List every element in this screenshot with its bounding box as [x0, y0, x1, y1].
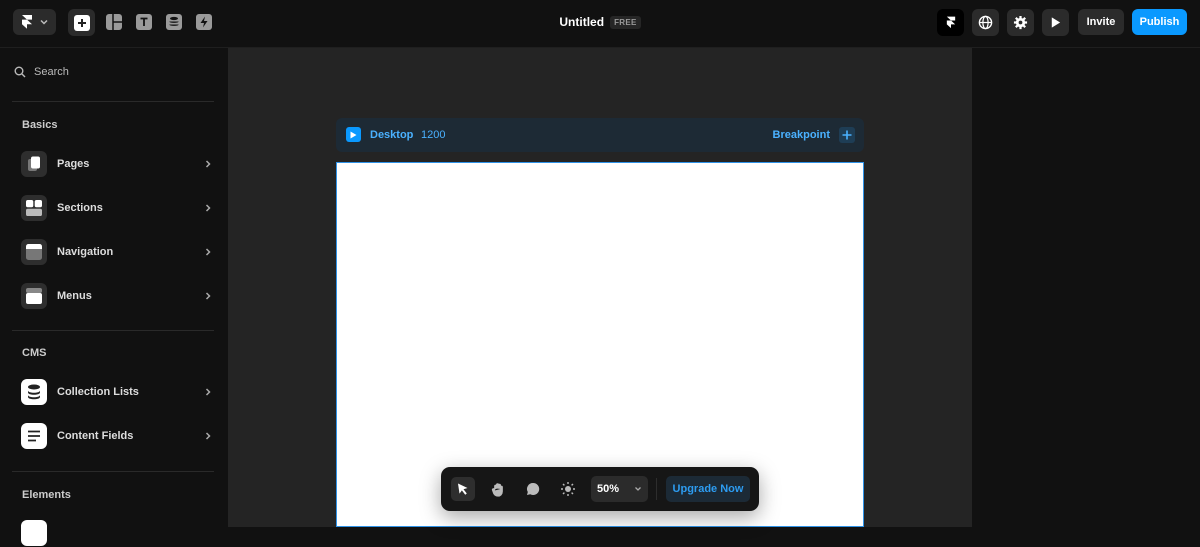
database-icon	[166, 14, 182, 30]
menus-icon	[21, 283, 47, 309]
sidebar-item-label: Navigation	[57, 246, 114, 258]
sidebar-item-sections[interactable]: Sections	[21, 194, 213, 222]
sections-icon	[21, 195, 47, 221]
invite-button[interactable]: Invite	[1078, 9, 1124, 35]
divider	[12, 471, 214, 472]
chevron-right-icon	[205, 388, 211, 396]
sidebar-item-pages[interactable]: Pages	[21, 150, 213, 178]
sidebar-item-navigation[interactable]: Navigation	[21, 238, 213, 266]
site-settings-globe-button[interactable]	[972, 9, 999, 36]
navigation-icon	[21, 239, 47, 265]
globe-icon	[978, 15, 993, 30]
search-field[interactable]: Search	[14, 66, 69, 78]
database-icon	[21, 379, 47, 405]
comment-icon	[526, 482, 540, 495]
breakpoint-width: 1200	[421, 129, 446, 141]
comment-tool-button[interactable]	[521, 477, 545, 501]
divider	[12, 330, 214, 331]
sun-icon	[561, 482, 575, 496]
interactions-button[interactable]	[194, 12, 214, 32]
toolbar-divider	[656, 478, 657, 500]
bolt-icon	[196, 14, 212, 30]
properties-panel	[972, 48, 1200, 527]
bottom-toolbar: 50% Upgrade Now	[441, 467, 759, 511]
chevron-down-icon	[39, 19, 48, 25]
chevron-right-icon	[205, 292, 211, 300]
play-icon	[1051, 17, 1061, 28]
theme-toggle-button[interactable]	[556, 477, 580, 501]
layout-icon	[106, 14, 122, 30]
document-title[interactable]: Untitled	[559, 15, 604, 29]
framer-logo-icon	[21, 15, 32, 29]
text-icon	[136, 14, 152, 30]
zoom-value: 50%	[597, 483, 620, 495]
divider	[12, 101, 214, 102]
preview-breakpoint-button[interactable]	[346, 127, 361, 142]
pages-icon	[21, 151, 47, 177]
select-tool-button[interactable]	[451, 477, 475, 501]
sidebar-item-collection-lists[interactable]: Collection Lists	[21, 378, 213, 406]
sidebar-item-label: Collection Lists	[57, 386, 139, 398]
cms-button[interactable]	[164, 12, 184, 32]
framer-logo-icon	[946, 16, 955, 29]
insert-button[interactable]	[68, 9, 95, 36]
text-lines-icon	[21, 423, 47, 449]
breakpoint-device-label[interactable]: Desktop	[370, 129, 413, 141]
settings-button[interactable]	[1007, 9, 1034, 36]
sidebar-item-label: Content Fields	[57, 430, 134, 442]
element-icon	[21, 520, 47, 546]
plus-icon[interactable]	[839, 127, 855, 143]
zoom-select[interactable]: 50%	[591, 476, 648, 502]
search-placeholder: Search	[34, 66, 69, 78]
add-breakpoint-label[interactable]: Breakpoint	[773, 129, 830, 141]
search-icon	[14, 66, 26, 78]
section-title-elements: Elements	[22, 489, 71, 501]
sidebar-item-label: Menus	[57, 290, 92, 302]
chevron-right-icon	[205, 204, 211, 212]
plus-icon	[73, 14, 90, 31]
chevron-right-icon	[205, 432, 211, 440]
preview-button[interactable]	[1042, 9, 1069, 36]
insert-sidebar: Search Basics Pages Sections Navigation …	[0, 48, 228, 546]
sidebar-item-label: Sections	[57, 202, 103, 214]
upgrade-now-button[interactable]: Upgrade Now	[666, 476, 750, 502]
hand-tool-button[interactable]	[486, 477, 510, 501]
sidebar-item-elements-partial[interactable]	[21, 519, 213, 547]
publish-button[interactable]: Publish	[1132, 9, 1187, 35]
framer-site-button[interactable]	[937, 9, 964, 36]
section-title-cms: CMS	[22, 347, 47, 359]
chevron-right-icon	[205, 248, 211, 256]
chevron-down-icon	[635, 487, 641, 491]
layout-button[interactable]	[104, 12, 124, 32]
plan-badge: FREE	[610, 15, 641, 29]
breakpoint-bar: Desktop 1200 Breakpoint	[336, 118, 864, 152]
chevron-right-icon	[205, 160, 211, 168]
cursor-arrow-icon	[458, 483, 468, 495]
hand-icon	[491, 482, 503, 497]
framer-menu-button[interactable]	[13, 9, 56, 35]
section-title-basics: Basics	[22, 119, 58, 131]
play-icon	[350, 131, 357, 138]
sidebar-item-content-fields[interactable]: Content Fields	[21, 422, 213, 450]
sidebar-item-menus[interactable]: Menus	[21, 282, 213, 310]
text-button[interactable]	[134, 12, 154, 32]
gear-icon	[1013, 15, 1028, 30]
sidebar-item-label: Pages	[57, 158, 90, 170]
top-bar: Untitled FREE Invite Publish	[0, 0, 1200, 48]
